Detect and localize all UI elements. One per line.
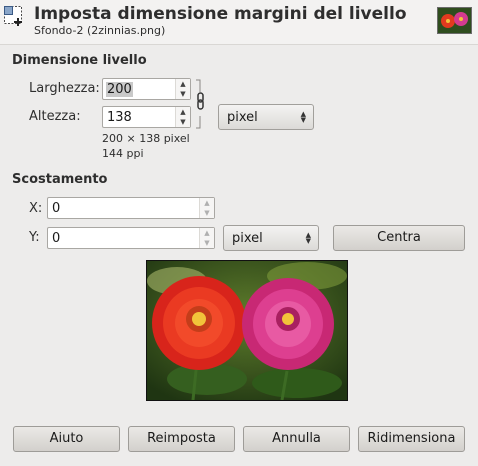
arrow-down-icon[interactable]: ▼ <box>200 208 214 218</box>
width-value[interactable]: 200 <box>106 82 133 97</box>
arrow-up-icon[interactable]: ▲ <box>176 107 190 117</box>
height-label: Altezza: <box>29 109 81 124</box>
reset-button[interactable]: Reimposta <box>128 426 235 452</box>
layer-boundary-size-icon <box>3 5 27 29</box>
offset-section-title: Scostamento <box>12 172 108 187</box>
arrow-down-icon[interactable]: ▼ <box>176 117 190 127</box>
arrow-up-icon[interactable]: ▲ <box>200 228 214 238</box>
width-label: Larghezza: <box>29 81 100 96</box>
y-label: Y: <box>29 230 40 245</box>
cancel-button[interactable]: Annulla <box>243 426 350 452</box>
layer-size-section-title: Dimensione livello <box>12 53 147 68</box>
arrow-up-icon[interactable]: ▲ <box>200 198 214 208</box>
layer-preview[interactable] <box>146 260 348 401</box>
chain-link-icon[interactable] <box>195 79 207 129</box>
width-spinner[interactable]: 200 ▲ ▼ <box>102 78 191 100</box>
arrow-up-icon[interactable]: ▲ <box>176 79 190 89</box>
offset-unit-select[interactable]: pixel ▲ ▼ <box>223 225 319 251</box>
help-button[interactable]: Aiuto <box>13 426 120 452</box>
arrow-down-icon[interactable]: ▼ <box>176 89 190 99</box>
y-offset-spinner[interactable]: 0 ▲ ▼ <box>47 227 215 249</box>
dialog-header: Imposta dimensione margini del livello S… <box>0 0 478 45</box>
resize-button[interactable]: Ridimensiona <box>358 426 465 452</box>
x-label: X: <box>29 201 43 216</box>
updown-arrows-icon: ▲ ▼ <box>305 231 311 245</box>
arrow-down-icon[interactable]: ▼ <box>200 238 214 248</box>
height-value[interactable]: 138 <box>107 110 132 125</box>
x-offset-value[interactable]: 0 <box>52 201 60 216</box>
updown-arrows-icon: ▲ ▼ <box>300 110 306 124</box>
y-offset-value[interactable]: 0 <box>52 231 60 246</box>
size-info: 200 × 138 pixel <box>102 132 190 145</box>
size-unit-select[interactable]: pixel ▲ ▼ <box>218 104 314 130</box>
center-button[interactable]: Centra <box>333 225 465 251</box>
offset-unit-value: pixel <box>232 231 263 246</box>
resolution-info: 144 ppi <box>102 147 144 160</box>
x-offset-spinner[interactable]: 0 ▲ ▼ <box>47 197 215 219</box>
layer-thumbnail <box>437 7 472 34</box>
dialog-subtitle: Sfondo-2 (2zinnias.png) <box>34 24 166 37</box>
size-unit-value: pixel <box>227 110 258 125</box>
dialog-title: Imposta dimensione margini del livello <box>34 4 407 24</box>
height-spinner[interactable]: 138 ▲ ▼ <box>102 106 191 128</box>
